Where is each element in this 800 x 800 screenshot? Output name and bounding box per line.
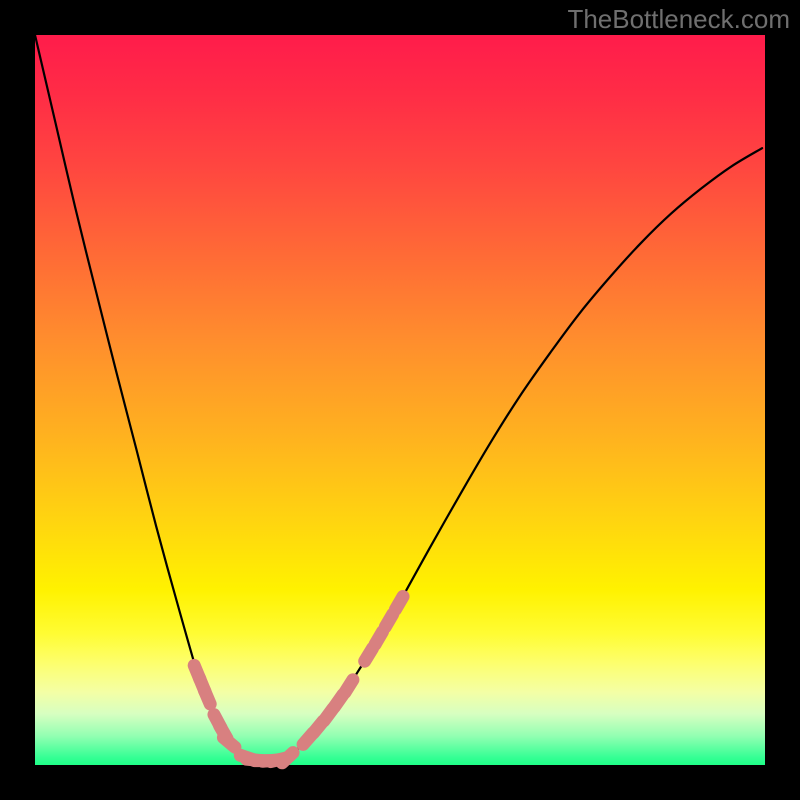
watermark-text: TheBottleneck.com bbox=[567, 4, 790, 35]
highlight-dot bbox=[365, 648, 373, 661]
highlight-dots bbox=[194, 596, 403, 762]
plot-area bbox=[35, 35, 765, 765]
chart-svg bbox=[35, 35, 765, 765]
highlight-dot bbox=[385, 614, 393, 627]
highlight-dot bbox=[223, 738, 234, 748]
bottleneck-curve bbox=[35, 35, 762, 761]
highlight-dot bbox=[345, 680, 353, 693]
highlight-dot bbox=[375, 632, 383, 645]
highlight-dot bbox=[395, 596, 403, 609]
highlight-dot bbox=[282, 753, 293, 763]
chart-frame: TheBottleneck.com bbox=[0, 0, 800, 800]
highlight-dot bbox=[204, 690, 210, 704]
